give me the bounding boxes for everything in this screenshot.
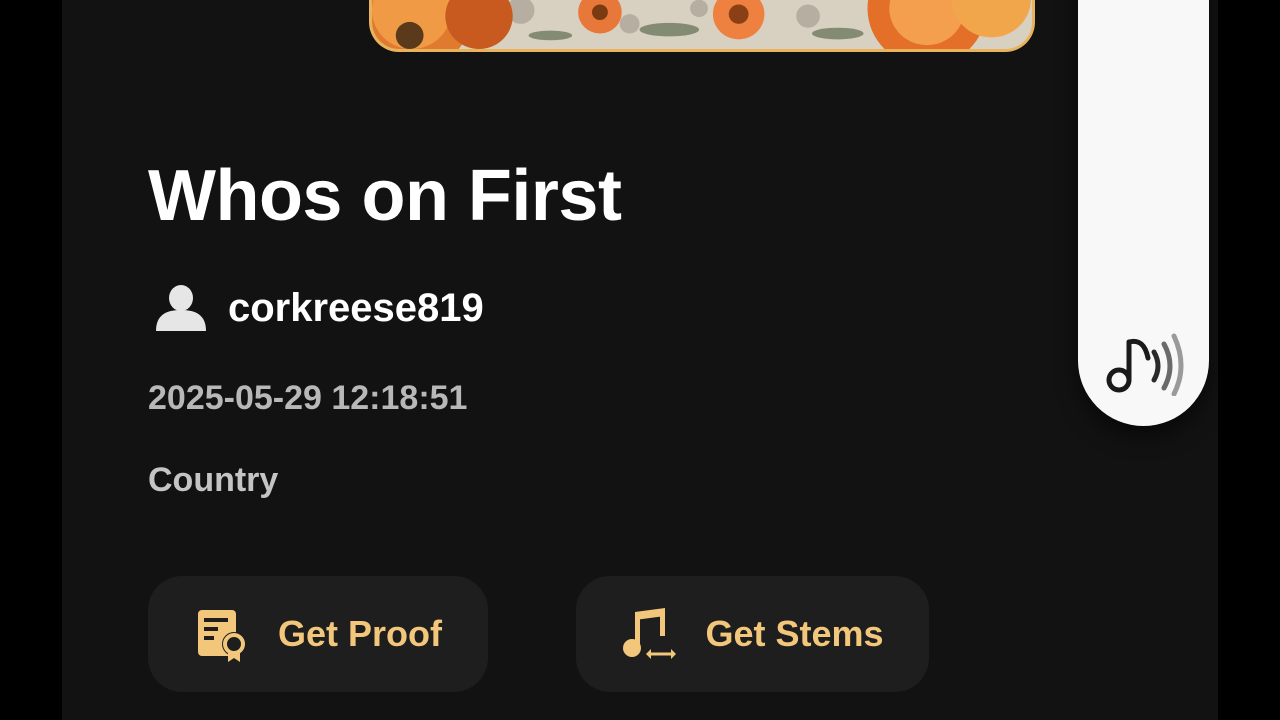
get-stems-label: Get Stems xyxy=(705,613,884,654)
screen: Whos on First corkreese819 2025-05-29 12… xyxy=(0,0,1280,720)
song-title: Whos on First xyxy=(148,156,622,236)
floral-artwork-image xyxy=(372,0,1032,49)
player-side-tab xyxy=(1078,0,1209,426)
get-proof-label: Get Proof xyxy=(277,613,442,654)
genre-label: Country xyxy=(148,461,279,499)
cover-artwork[interactable] xyxy=(369,0,1035,52)
created-timestamp: 2025-05-29 12:18:51 xyxy=(148,379,468,417)
get-proof-button[interactable]: Get Proof xyxy=(148,576,488,692)
music-note-sound-icon[interactable] xyxy=(1104,328,1184,396)
music-note-arrows-icon xyxy=(623,608,677,659)
certificate-document-icon xyxy=(197,610,246,662)
author-name[interactable]: corkreese819 xyxy=(228,286,484,331)
author-row[interactable]: corkreese819 xyxy=(154,282,484,334)
user-icon xyxy=(156,285,206,331)
get-stems-button[interactable]: Get Stems xyxy=(576,576,929,692)
